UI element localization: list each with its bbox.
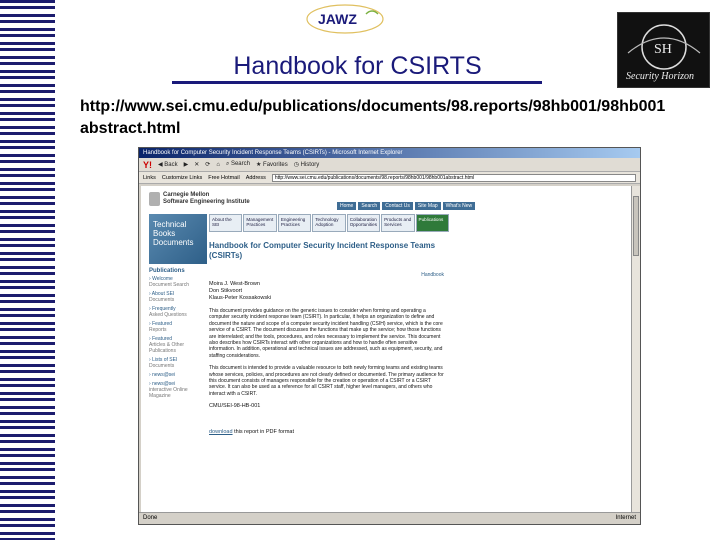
- stop-icon[interactable]: ✕: [194, 161, 199, 168]
- home-icon[interactable]: ⌂: [216, 162, 220, 168]
- browser-toolbar: Y! ◀ Back ▶ ✕ ⟳ ⌂ ⌕ Search ★ Favorites ◷…: [139, 158, 640, 172]
- sidebar-item[interactable]: › news@sei: [149, 372, 204, 378]
- yahoo-icon[interactable]: Y!: [143, 160, 152, 170]
- topnav-home[interactable]: Home: [337, 202, 357, 210]
- address-label: Address: [245, 174, 266, 181]
- download-line: download this report in PDF format: [209, 429, 444, 435]
- topnav-contact[interactable]: Contact Us: [382, 202, 413, 210]
- logo-initials: SH: [654, 42, 672, 57]
- jawz-logo: JAWZ: [300, 2, 390, 36]
- sidebar-item[interactable]: › Welcome Document Search: [149, 276, 204, 288]
- title-underline: [172, 81, 542, 84]
- nav-products[interactable]: Products and Services: [381, 214, 415, 232]
- topnav-whatsnew[interactable]: What's New: [442, 202, 476, 210]
- webpage-viewport: Carnegie Mellon Software Engineering Ins…: [141, 186, 631, 514]
- sidebar-item-sub: Articles & Other Publications: [149, 342, 185, 354]
- back-label: Back: [164, 162, 178, 168]
- customize-links[interactable]: Customize Links: [162, 175, 202, 181]
- download-link[interactable]: download: [209, 429, 233, 435]
- favorites-button[interactable]: ★ Favorites: [256, 161, 288, 168]
- author: Klaus-Peter Kossakowski: [209, 295, 272, 301]
- sidebar-title: Publications: [149, 268, 185, 274]
- security-horizon-logo: SH Security Horizon: [617, 12, 710, 88]
- document-id: CMU/SEI-98-HB-001: [209, 403, 261, 410]
- nav-publications[interactable]: Publications: [415, 214, 449, 232]
- topnav-sitemap[interactable]: Site Map: [414, 202, 441, 210]
- abstract-paragraph-2: This document is intended to provide a v…: [209, 365, 444, 397]
- sidebar-item-sub: interactive Online Magazine: [149, 387, 188, 399]
- sidebar-item[interactable]: › Featured Reports: [149, 321, 204, 333]
- forward-icon[interactable]: ▶: [184, 161, 189, 168]
- browser-titlebar: Handbook for Computer Security Incident …: [139, 148, 640, 158]
- author: Don Stikvoort: [209, 288, 243, 294]
- sidebar-item-label: news@sei: [152, 372, 176, 378]
- favorites-label: Favorites: [263, 162, 288, 168]
- topnav-search[interactable]: Search: [358, 202, 381, 210]
- main-nav: About the SEI Management Practices Engin…: [209, 214, 449, 232]
- top-nav: Home Search Contact Us Site Map What's N…: [337, 202, 476, 210]
- sidebar-item-sub: Reports: [149, 327, 167, 333]
- links-bar: Links Customize Links Free Hotmail Addre…: [139, 172, 640, 184]
- back-button[interactable]: ◀ Back: [158, 161, 178, 168]
- publications-sidebar: Publications › Welcome Document Search › …: [149, 268, 204, 402]
- sidebar-item-sub: Documents: [149, 363, 175, 369]
- search-button[interactable]: ⌕ Search: [226, 161, 250, 168]
- address-bar[interactable]: http://www.sei.cmu.edu/publications/docu…: [271, 173, 636, 182]
- sidebar-item[interactable]: › About SEI Documents: [149, 291, 204, 303]
- technical-documents-banner: Technical Books Documents: [149, 214, 207, 264]
- status-zone: Internet: [615, 515, 636, 521]
- vertical-scrollbar[interactable]: [631, 186, 640, 514]
- abstract-paragraph-1: This document provides guidance on the g…: [209, 308, 443, 359]
- sidebar-item[interactable]: › Lists of SEI Documents: [149, 357, 204, 369]
- nav-management[interactable]: Management Practices: [243, 214, 277, 232]
- download-description: this report in PDF format: [234, 429, 294, 436]
- sidebar-item-sub: Documents: [149, 297, 175, 303]
- sidebar-item-sub: Asked Questions: [149, 312, 187, 318]
- nav-technology[interactable]: Technology Adoption: [312, 214, 346, 232]
- slide-title: Handbook for CSIRTS: [233, 52, 482, 80]
- url-line-1: http://www.sei.cmu.edu/publications/docu…: [80, 98, 666, 115]
- sidebar-item[interactable]: › Frequently Asked Questions: [149, 306, 204, 318]
- logo-name: Security Horizon: [626, 71, 694, 82]
- links-label: Links: [143, 174, 156, 181]
- status-text: Done: [143, 515, 158, 521]
- refresh-icon[interactable]: ⟳: [205, 161, 210, 168]
- jawz-logo-text: JAWZ: [318, 11, 357, 27]
- history-label: History: [300, 162, 320, 168]
- search-label: Search: [230, 161, 250, 167]
- free-hotmail-link[interactable]: Free Hotmail: [208, 175, 239, 181]
- authors: Moira J. West-Brown Don Stikvoort Klaus-…: [209, 281, 444, 302]
- url-link[interactable]: http://www.sei.cmu.edu/publications/docu…: [80, 96, 710, 140]
- handbook-link[interactable]: Handbook: [421, 272, 444, 278]
- document-content: Handbook for Computer Security Incident …: [209, 241, 444, 435]
- browser-screenshot: Handbook for Computer Security Incident …: [138, 147, 641, 525]
- document-title: Handbook for Computer Security Incident …: [209, 241, 436, 260]
- nav-about[interactable]: About the SEI: [209, 214, 243, 232]
- left-decorative-stripe: [0, 0, 55, 540]
- cmu-seal-icon: [149, 192, 160, 206]
- org-line-1: Carnegie Mellon: [163, 192, 210, 198]
- sidebar-item[interactable]: › news@sei interactive Online Magazine: [149, 381, 204, 399]
- history-button[interactable]: ◷ History: [294, 161, 320, 168]
- author: Moira J. West-Brown: [209, 281, 260, 287]
- sidebar-item-sub: Document Search: [149, 282, 190, 288]
- status-bar: Done Internet: [139, 512, 640, 524]
- scrollbar-thumb[interactable]: [633, 196, 639, 256]
- sidebar-item[interactable]: › Featured Articles & Other Publications: [149, 336, 204, 354]
- nav-engineering[interactable]: Engineering Practices: [277, 214, 312, 232]
- url-line-2: abstract.html: [80, 120, 181, 137]
- nav-collaboration[interactable]: Collaboration Opportunities: [346, 214, 381, 232]
